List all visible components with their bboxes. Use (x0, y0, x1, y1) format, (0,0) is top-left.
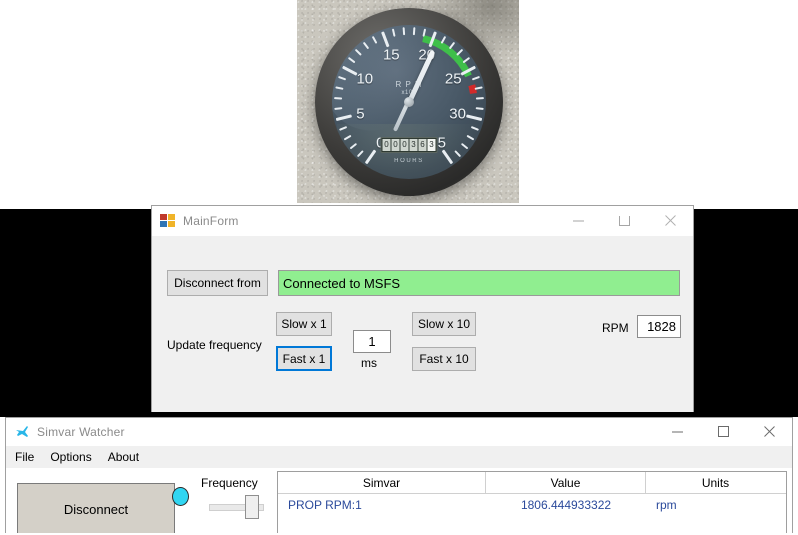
gauge-scale-label-30: 30 (449, 105, 466, 122)
rpm-label: RPM (602, 321, 629, 335)
interval-input[interactable]: 1 (353, 330, 391, 353)
gauge-scale-label-25: 25 (445, 70, 462, 87)
close-icon[interactable] (647, 206, 693, 236)
watcher-title: Simvar Watcher (37, 425, 654, 439)
frequency-label: Frequency (201, 476, 258, 490)
hour-meter: 000363 (381, 137, 438, 153)
airplane-icon (14, 424, 30, 440)
hour-meter-digit: 0 (392, 139, 400, 151)
menu-item-file[interactable]: File (15, 450, 34, 464)
close-icon[interactable] (746, 417, 792, 447)
watcher-titlebar[interactable]: Simvar Watcher (6, 418, 792, 446)
table-header-row: Simvar Value Units (278, 472, 786, 494)
gauge-dial: 05101520253035 R P M x100 000363 HOURS (332, 25, 486, 179)
update-frequency-label: Update frequency (167, 338, 262, 352)
status-banner: Connected to MSFS (278, 270, 680, 296)
tachometer-photo: 05101520253035 R P M x100 000363 HOURS (297, 0, 519, 203)
minimize-icon[interactable] (654, 417, 700, 447)
vs-form-icon (160, 213, 176, 229)
slow-x10-button[interactable]: Slow x 10 (412, 312, 476, 336)
disconnect-button[interactable]: Disconnect (17, 483, 175, 535)
slow-x1-button[interactable]: Slow x 1 (276, 312, 332, 336)
mainform-titlebar[interactable]: MainForm (152, 206, 693, 236)
rpm-value-field[interactable]: 1828 (637, 315, 681, 338)
screen: 05101520253035 R P M x100 000363 HOURS (0, 0, 798, 535)
connected-indicator (172, 487, 189, 506)
minimize-icon[interactable] (555, 206, 601, 236)
disconnect-from-button[interactable]: Disconnect from (167, 270, 268, 296)
watcher-menubar: File Options About (6, 446, 792, 468)
frequency-slider-thumb[interactable] (245, 495, 259, 519)
maximize-icon[interactable] (700, 417, 746, 447)
hour-meter-digit: 3 (410, 139, 418, 151)
mainform-window: MainForm Disconnect from Connected to MS… (151, 205, 694, 412)
menu-item-options[interactable]: Options (50, 450, 91, 464)
column-header-value[interactable]: Value (486, 472, 646, 494)
gauge-scale-label-10: 10 (356, 70, 373, 87)
interval-units-label: ms (361, 356, 377, 370)
hour-meter-digit: 3 (428, 139, 436, 151)
column-header-simvar[interactable]: Simvar (278, 472, 486, 494)
mainform-title: MainForm (183, 214, 555, 228)
hour-meter-digit: 0 (383, 139, 391, 151)
column-header-units[interactable]: Units (646, 472, 785, 494)
gauge-needle-hub (404, 97, 414, 107)
fast-x10-button[interactable]: Fast x 10 (412, 347, 476, 371)
cell-value: 1806.444933322 (486, 494, 646, 516)
gauge-bezel: 05101520253035 R P M x100 000363 HOURS (315, 8, 503, 196)
table-row[interactable]: PROP RPM:1 1806.444933322 rpm (278, 494, 786, 516)
cell-simvar: PROP RPM:1 (278, 494, 486, 516)
fast-x1-button[interactable]: Fast x 1 (276, 346, 332, 371)
hour-meter-digit: 6 (419, 139, 427, 151)
menu-item-about[interactable]: About (108, 450, 139, 464)
gauge-scale-label-5: 5 (356, 105, 364, 122)
gauge-scale-label-15: 15 (383, 47, 400, 64)
simvar-table: Simvar Value Units PROP RPM:1 1806.44493… (277, 471, 787, 535)
mainform-window-buttons (555, 206, 693, 236)
mainform-client-area: Disconnect from Connected to MSFS Update… (152, 236, 693, 412)
hour-meter-label: HOURS (394, 158, 424, 164)
maximize-icon[interactable] (601, 206, 647, 236)
hour-meter-digit: 0 (401, 139, 409, 151)
cell-units: rpm (646, 494, 785, 516)
watcher-window-buttons (654, 417, 792, 447)
